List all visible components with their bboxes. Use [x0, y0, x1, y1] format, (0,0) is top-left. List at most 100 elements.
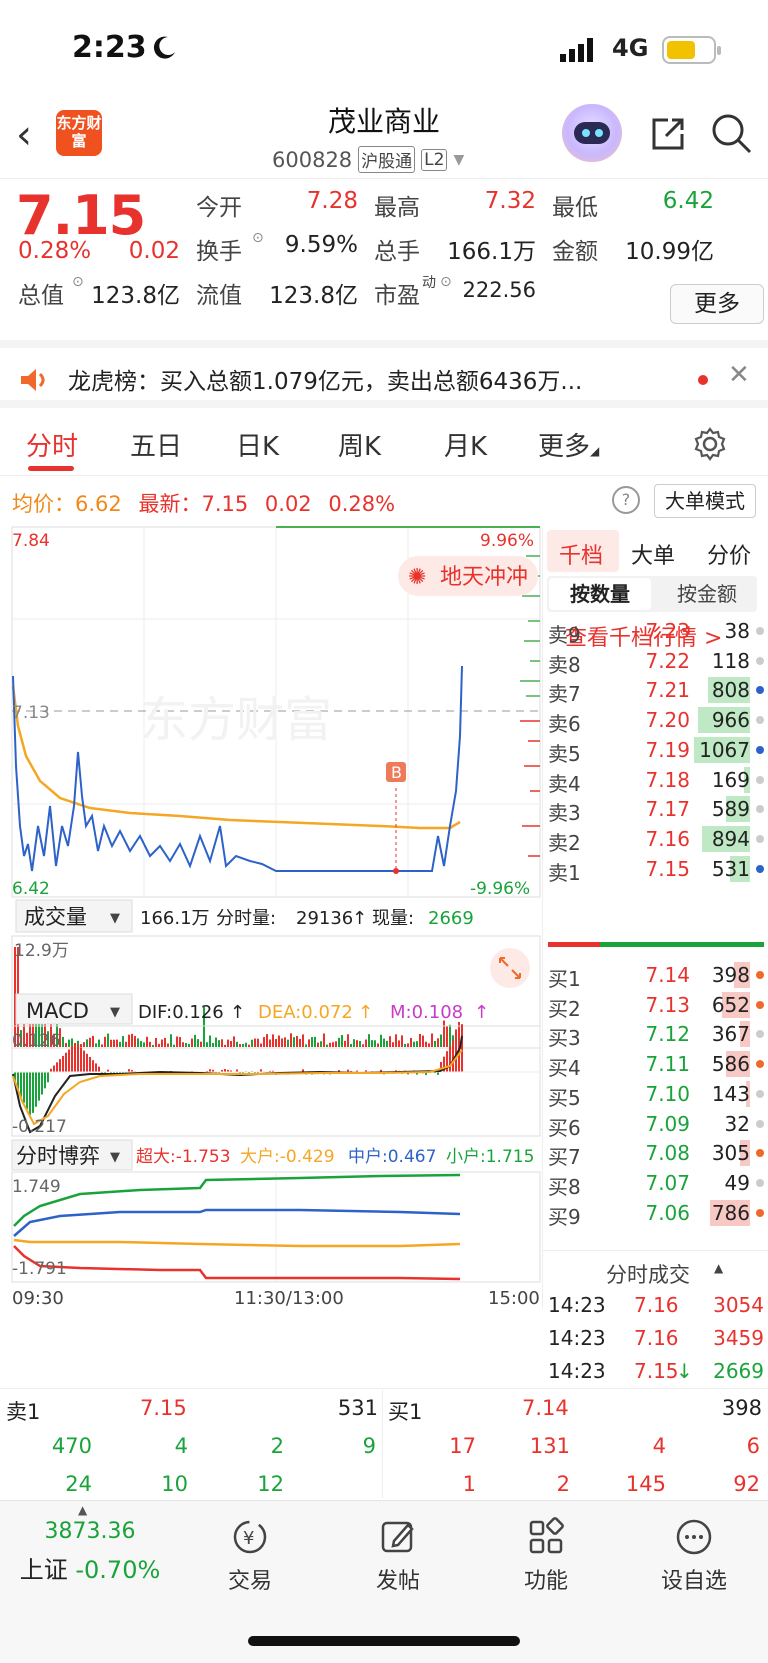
- level-price: 7.16: [645, 826, 690, 851]
- nav-functions-label: 功能: [523, 1569, 568, 1594]
- level-label: 买6: [548, 1115, 581, 1140]
- volume-bar: [254, 1038, 256, 1047]
- ask-row[interactable]: 卖2 7.16 894: [548, 824, 764, 855]
- macd-bar: [98, 1066, 100, 1072]
- intraday-charts[interactable]: 东方财富 B 地天冲冲 ✺ 7.84 7.13 6.42 9.96% -9.96…: [0, 526, 548, 1316]
- bid-row[interactable]: 买8 7.07 49: [548, 1168, 764, 1199]
- ticks-header[interactable]: 分时成交 ▲: [542, 1250, 768, 1290]
- current-volume-label: 现量:: [372, 908, 414, 929]
- nav-add-watchlist[interactable]: 设自选: [634, 1517, 754, 1595]
- tab-weekly-k[interactable]: 周K: [338, 426, 381, 463]
- volume-bar: [152, 1044, 154, 1047]
- mktcap-value: 123.8亿: [91, 283, 180, 309]
- nav-functions[interactable]: 功能: [486, 1517, 606, 1595]
- level-price: 7.10: [645, 1081, 690, 1106]
- home-indicator[interactable]: [248, 1636, 520, 1646]
- index-ticker[interactable]: 3873.36 上证 -0.70%: [0, 1519, 180, 1585]
- ask-row[interactable]: 卖3 7.17 589: [548, 794, 764, 825]
- more-button[interactable]: 更多: [670, 284, 764, 324]
- tab-1000-levels[interactable]: 千档: [559, 538, 603, 570]
- search-icon[interactable]: [710, 112, 754, 156]
- help-icon[interactable]: ?: [612, 486, 640, 514]
- game-title[interactable]: 分时博弈: [16, 1144, 100, 1168]
- stock-code-row[interactable]: 600828 沪股通 L2 ▼: [272, 146, 464, 173]
- ask-row[interactable]: 卖8 7.22 118: [548, 646, 764, 677]
- macd-bar: [41, 1072, 43, 1095]
- nav-add-watchlist-label: 设自选: [660, 1569, 727, 1594]
- chevron-down-icon: ▼: [110, 1005, 120, 1020]
- tab-price-distribution[interactable]: 分价: [707, 538, 751, 570]
- bid-row[interactable]: 买2 7.13 652: [548, 990, 764, 1021]
- bid-row[interactable]: 买6 7.09 32: [548, 1109, 764, 1140]
- volume-bar: [128, 1034, 130, 1047]
- bid-row[interactable]: 买3 7.12 367: [548, 1019, 764, 1050]
- close-icon[interactable]: ✕: [728, 360, 750, 390]
- tab-big-orders[interactable]: 大单: [631, 538, 675, 570]
- bid-row[interactable]: 买7 7.08 305: [548, 1138, 764, 1169]
- news-ticker[interactable]: 龙虎榜：买入总额1.079亿元，卖出总额6436万... ✕: [0, 340, 768, 408]
- depth-ask-order: 10: [161, 1472, 188, 1496]
- share-icon[interactable]: [646, 112, 688, 154]
- depth-bid-order: 2: [556, 1472, 570, 1496]
- badge-label: 地天冲冲: [440, 565, 528, 590]
- level-label: 卖6: [548, 712, 581, 737]
- volume-bar: [320, 1041, 322, 1047]
- slice-volume-label: 分时量:: [216, 908, 276, 929]
- volume-bar: [80, 1044, 82, 1047]
- sub-tab-by-amount[interactable]: 按金额: [659, 578, 755, 610]
- settings-gear-icon[interactable]: [692, 426, 728, 462]
- bid-row[interactable]: 买1 7.14 398: [548, 960, 764, 991]
- big-order-mode-button[interactable]: 大单模式: [654, 484, 756, 518]
- level-qty: 38: [724, 619, 750, 643]
- nav-trade[interactable]: ¥ 交易: [190, 1517, 310, 1595]
- level-qty: 808: [711, 678, 750, 703]
- order-dot: [756, 716, 764, 725]
- bid-row[interactable]: 买9 7.06 786: [548, 1198, 764, 1229]
- volume-bar: [437, 1038, 439, 1047]
- volume-bar: [83, 1042, 85, 1047]
- macd-bar: [95, 1063, 97, 1072]
- volume-title[interactable]: 成交量: [24, 905, 87, 929]
- ask-row[interactable]: 卖5 7.19 1067: [548, 735, 764, 766]
- tick-row: 14:23 7.15 ↓ 2669: [548, 1356, 764, 1387]
- volume-bar: [209, 1035, 211, 1047]
- expand-icon[interactable]: [490, 948, 530, 988]
- tab-five-day[interactable]: 五日: [130, 426, 182, 463]
- volume-bar: [242, 1044, 244, 1047]
- nav-post-label: 发帖: [375, 1569, 420, 1594]
- network-label: 4G: [612, 34, 649, 62]
- ask-row[interactable]: 卖4 7.18 169: [548, 765, 764, 796]
- ask-row[interactable]: 卖1 7.15 531: [548, 854, 764, 885]
- up-arrow-icon: ↑: [474, 1002, 489, 1023]
- volume-bar: [440, 1034, 442, 1047]
- nav-post[interactable]: 发帖: [338, 1517, 458, 1595]
- level-label: 买4: [548, 1056, 581, 1081]
- sub-tab-by-quantity[interactable]: 按数量: [549, 578, 651, 610]
- macd-bar: [92, 1060, 94, 1072]
- volume-bar: [314, 1036, 316, 1047]
- bid-row[interactable]: 买4 7.11 586: [548, 1049, 764, 1080]
- tab-intraday[interactable]: 分时: [26, 426, 78, 463]
- assistant-avatar-icon[interactable]: [562, 104, 622, 162]
- volume-bar: [101, 1044, 103, 1047]
- macd-bar: [83, 1050, 85, 1072]
- pe-dots-icon[interactable]: ⊙: [440, 274, 452, 290]
- ask-row[interactable]: 卖9 7.23 38: [548, 616, 764, 647]
- speaker-icon: [21, 369, 45, 391]
- level-label: 买8: [548, 1174, 581, 1199]
- chevron-up-icon: ▲: [714, 1261, 724, 1275]
- macd-title[interactable]: MACD: [26, 999, 89, 1023]
- volume-bar: [305, 1044, 307, 1047]
- volume-bar: [98, 1039, 100, 1047]
- volume-bar: [434, 1040, 436, 1047]
- tab-daily-k[interactable]: 日K: [236, 426, 279, 463]
- more-dots-icon[interactable]: ⊙: [252, 230, 264, 246]
- ask-row[interactable]: 卖6 7.20 966: [548, 705, 764, 736]
- volume-bar: [443, 1020, 445, 1047]
- level-qty: 305: [711, 1141, 750, 1166]
- ask-row[interactable]: 卖7 7.21 808: [548, 675, 764, 706]
- bid-row[interactable]: 买5 7.10 143: [548, 1079, 764, 1110]
- tab-more[interactable]: 更多◢: [538, 426, 599, 463]
- info-dots-icon[interactable]: ⊙: [72, 274, 84, 290]
- tab-monthly-k[interactable]: 月K: [444, 426, 487, 463]
